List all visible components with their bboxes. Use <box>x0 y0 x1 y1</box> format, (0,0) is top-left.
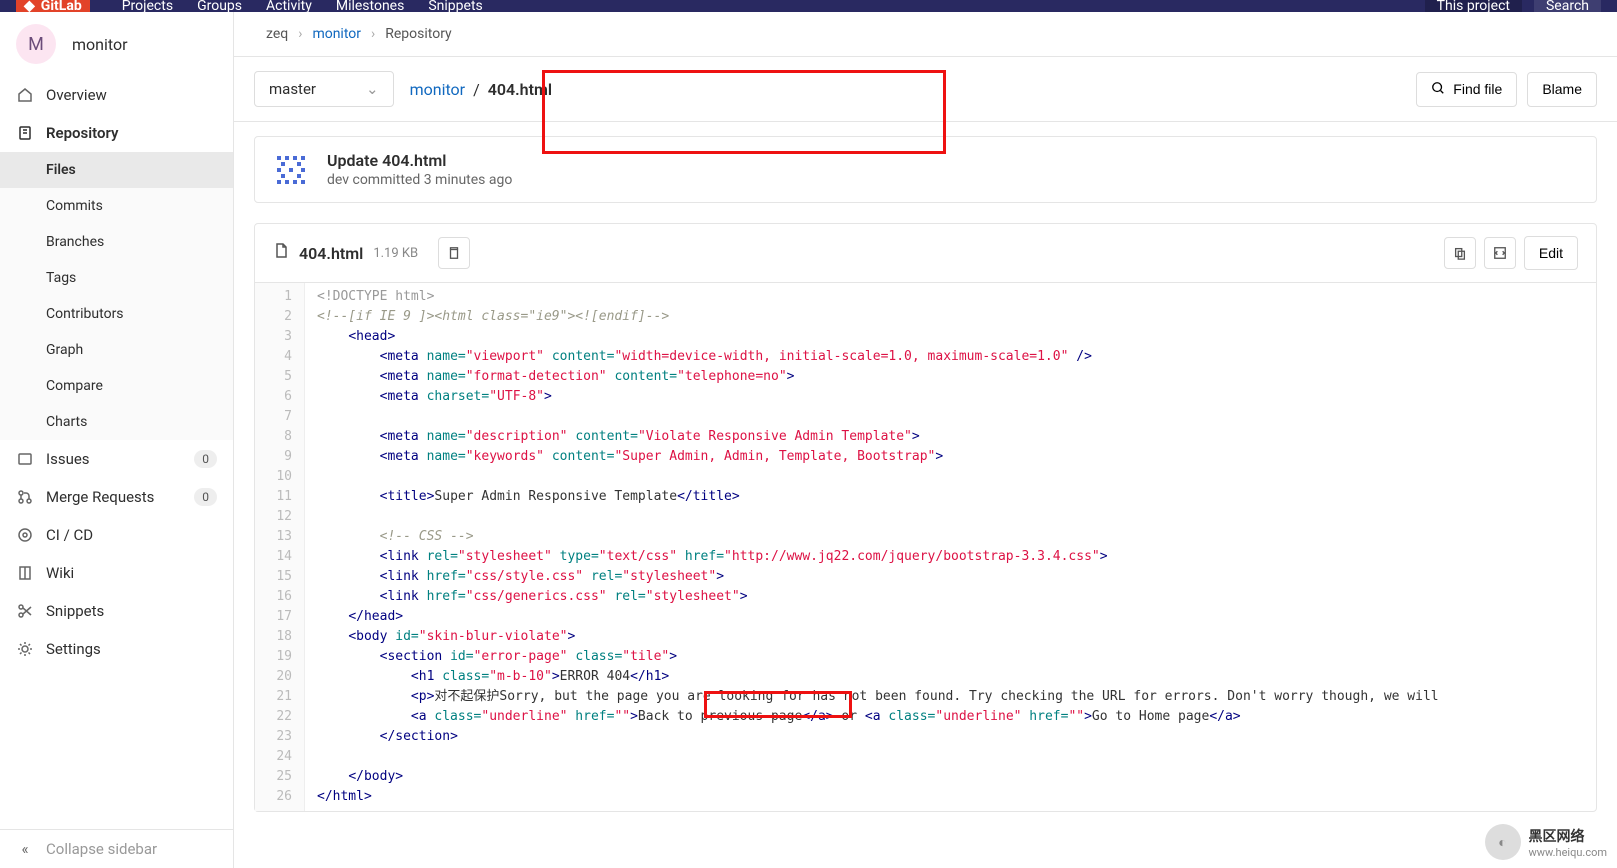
repository-subnav: Files Commits Branches Tags Contributors… <box>0 152 233 440</box>
chevron-left-icon: « <box>16 840 34 858</box>
chevron-down-icon: ⌄ <box>366 80 379 98</box>
mr-badge: 0 <box>194 488 217 506</box>
sidebar-item-overview[interactable]: Overview <box>0 76 233 114</box>
last-commit: Update 404.html dev committed 3 minutes … <box>254 136 1597 203</box>
code-body[interactable]: <!DOCTYPE html><!--[if IE 9 ]><html clas… <box>305 283 1596 811</box>
sidebar-item-label: CI / CD <box>46 526 93 544</box>
rocket-icon <box>16 526 34 544</box>
path-dir[interactable]: monitor <box>410 80 466 99</box>
gear-icon <box>16 640 34 658</box>
home-icon <box>16 86 34 104</box>
issues-badge: 0 <box>194 450 217 468</box>
code-viewer: 1234567891011121314151617181920212223242… <box>255 283 1596 811</box>
breadcrumb-project[interactable]: monitor <box>312 26 361 42</box>
search-box[interactable]: Search <box>1534 0 1601 12</box>
path-file: 404.html <box>488 80 552 99</box>
subnav-compare[interactable]: Compare <box>0 368 233 404</box>
sidebar-item-label: Settings <box>46 640 101 658</box>
issues-icon <box>16 450 34 468</box>
chevron-right-icon: › <box>371 26 375 42</box>
nav-activity[interactable]: Activity <box>266 0 312 12</box>
nav-milestones[interactable]: Milestones <box>336 0 405 12</box>
project-name: monitor <box>72 35 128 54</box>
collapse-label: Collapse sidebar <box>46 840 157 858</box>
commit-title[interactable]: Update 404.html <box>327 151 512 170</box>
subnav-contributors[interactable]: Contributors <box>0 296 233 332</box>
topbar: ◆ GitLab Projects Groups Activity Milest… <box>0 0 1617 12</box>
collapse-sidebar[interactable]: « Collapse sidebar <box>0 829 233 868</box>
sidebar-item-label: Issues <box>46 450 90 468</box>
copy-contents-button[interactable] <box>1444 237 1476 269</box>
sidebar-item-merge-requests[interactable]: Merge Requests 0 <box>0 478 233 516</box>
file-path: monitor / 404.html <box>410 80 552 99</box>
breadcrumb: zeq › monitor › Repository <box>234 12 1617 56</box>
file-size: 1.19 KB <box>373 246 418 261</box>
identicon-avatar <box>273 152 309 188</box>
nav-groups[interactable]: Groups <box>197 0 242 12</box>
file-header: 404.html 1.19 KB Edit <box>255 224 1596 283</box>
subnav-commits[interactable]: Commits <box>0 188 233 224</box>
edit-button[interactable]: Edit <box>1524 236 1578 270</box>
find-file-button[interactable]: Find file <box>1416 72 1517 107</box>
watermark: ◐ 黑区网络 www.heiqu.com <box>1485 824 1608 860</box>
sidebar-item-label: Snippets <box>46 602 104 620</box>
sidebar-item-settings[interactable]: Settings <box>0 630 233 668</box>
doc-icon <box>16 124 34 142</box>
subnav-files[interactable]: Files <box>0 152 233 188</box>
topbar-nav: Projects Groups Activity Milestones Snip… <box>122 0 483 12</box>
sidebar-item-repository[interactable]: Repository <box>0 114 233 152</box>
branch-name: master <box>269 80 316 98</box>
file-nav: master ⌄ monitor / 404.html Find file Bl… <box>234 56 1617 122</box>
chevron-right-icon: › <box>298 26 302 42</box>
sidebar-item-wiki[interactable]: Wiki <box>0 554 233 592</box>
sidebar-item-issues[interactable]: Issues 0 <box>0 440 233 478</box>
project-header[interactable]: M monitor <box>0 12 233 76</box>
commit-meta: dev committed 3 minutes ago <box>327 172 512 188</box>
file-icon <box>273 243 289 263</box>
breadcrumb-section: Repository <box>385 26 451 42</box>
merge-icon <box>16 488 34 506</box>
watermark-icon: ◐ <box>1485 824 1521 860</box>
nav-projects[interactable]: Projects <box>122 0 173 12</box>
file-name: 404.html <box>299 244 363 263</box>
sidebar-item-label: Wiki <box>46 564 74 582</box>
sidebar-item-snippets[interactable]: Snippets <box>0 592 233 630</box>
sidebar-item-label: Merge Requests <box>46 488 154 506</box>
watermark-url: www.heiqu.com <box>1529 846 1608 859</box>
tanuki-icon: ◆ <box>24 0 35 12</box>
line-numbers: 1234567891011121314151617181920212223242… <box>255 283 305 811</box>
sidebar-item-label: Repository <box>46 124 118 142</box>
breadcrumb-root[interactable]: zeq <box>266 26 288 42</box>
sidebar-item-label: Overview <box>46 86 107 104</box>
file-panel: 404.html 1.19 KB Edit 123456789101112131… <box>254 223 1597 812</box>
project-avatar: M <box>16 24 56 64</box>
gitlab-logo[interactable]: ◆ GitLab <box>16 0 90 12</box>
main-content: zeq › monitor › Repository master ⌄ moni… <box>234 12 1617 868</box>
raw-button[interactable] <box>1484 237 1516 269</box>
scissors-icon <box>16 602 34 620</box>
subnav-graph[interactable]: Graph <box>0 332 233 368</box>
search-scope[interactable]: This project <box>1425 0 1522 12</box>
sidebar: M monitor Overview Repository Files Comm… <box>0 12 234 868</box>
subnav-branches[interactable]: Branches <box>0 224 233 260</box>
copy-path-button[interactable] <box>438 237 470 269</box>
subnav-charts[interactable]: Charts <box>0 404 233 440</box>
watermark-title: 黑区网络 <box>1529 826 1608 846</box>
subnav-tags[interactable]: Tags <box>0 260 233 296</box>
book-icon <box>16 564 34 582</box>
sidebar-item-cicd[interactable]: CI / CD <box>0 516 233 554</box>
search-icon <box>1431 81 1445 98</box>
blame-button[interactable]: Blame <box>1527 72 1597 107</box>
branch-select[interactable]: master ⌄ <box>254 71 394 107</box>
nav-snippets[interactable]: Snippets <box>428 0 482 12</box>
